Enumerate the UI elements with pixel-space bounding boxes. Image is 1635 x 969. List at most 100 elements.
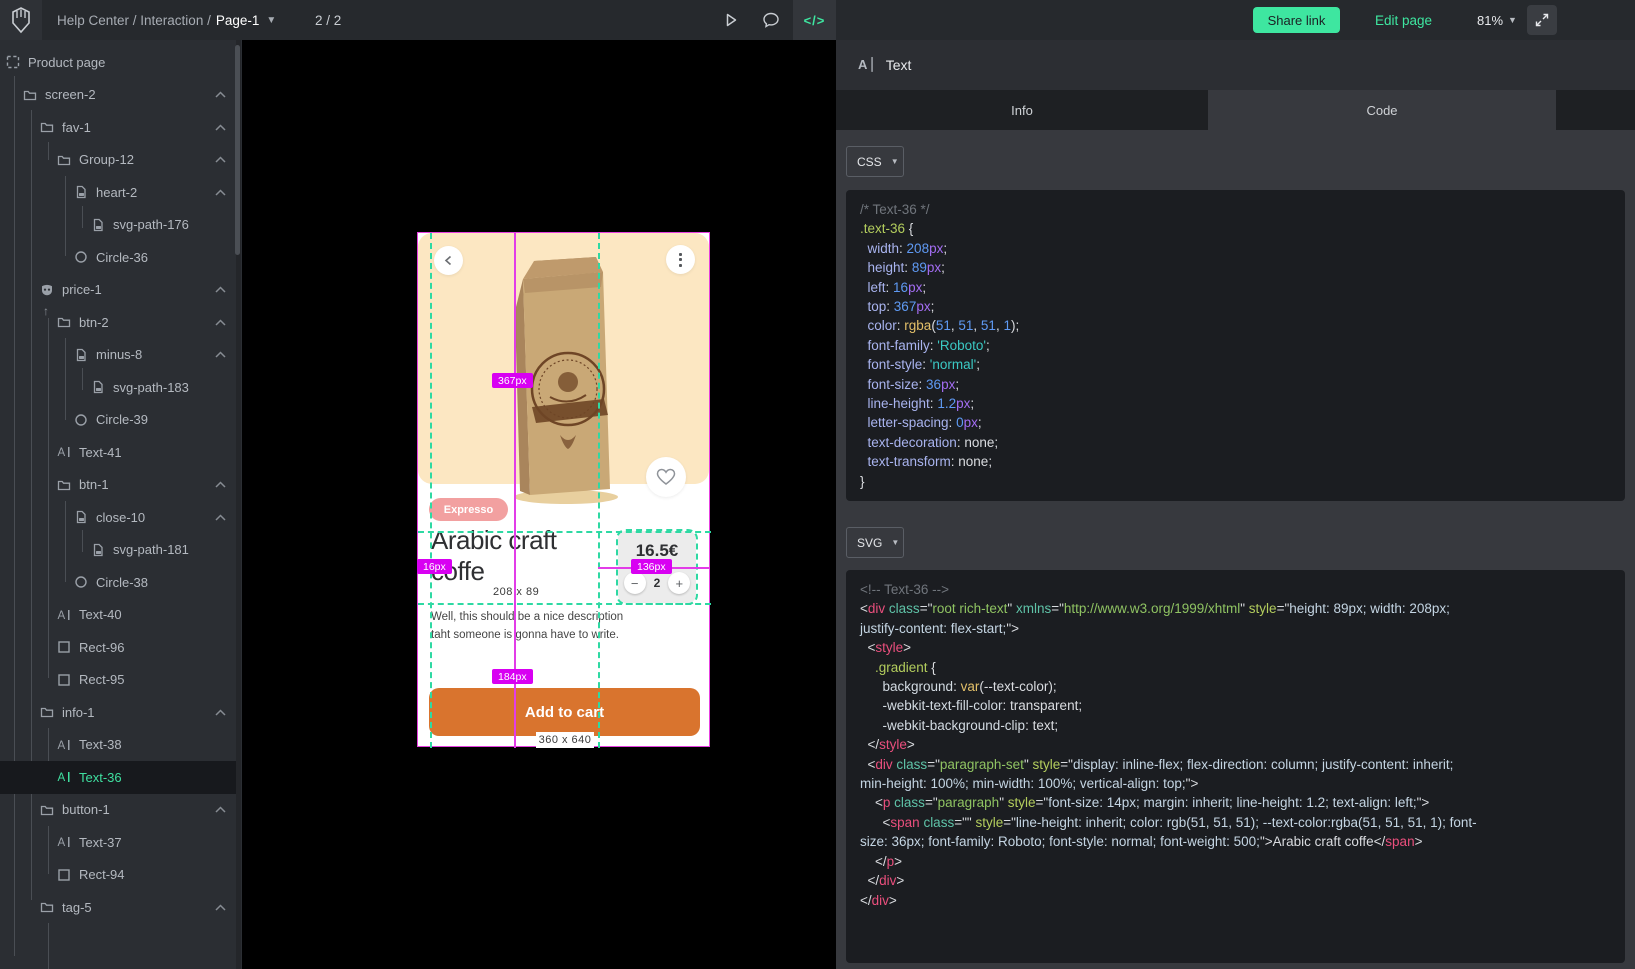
heart-icon	[656, 468, 676, 486]
collapse-chevron-icon[interactable]	[215, 514, 226, 521]
layer-row-info-1[interactable]: info-1	[0, 696, 236, 729]
description-line: Well, this should be a nice description	[431, 609, 623, 627]
zoom-level-dropdown[interactable]: 81% ▼	[1477, 0, 1517, 40]
play-icon	[723, 12, 739, 28]
layer-label: btn-2	[79, 315, 109, 330]
collapse-chevron-icon[interactable]	[215, 481, 226, 488]
css-language-select[interactable]: CSS ▼	[846, 146, 904, 177]
css-code-line: font-family: 'Roboto';	[860, 336, 1611, 355]
layer-row-group-12[interactable]: Group-12	[0, 144, 236, 177]
folder-icon	[40, 705, 54, 719]
product-tag-badge: Expresso	[429, 498, 508, 521]
product-description: Well, this should be a nice description …	[431, 609, 623, 645]
fullscreen-button[interactable]	[1527, 5, 1557, 35]
collapse-chevron-icon[interactable]	[215, 189, 226, 196]
quantity-decrease-button[interactable]: −	[624, 572, 646, 594]
layer-label: heart-2	[96, 185, 137, 200]
layer-row-text-37[interactable]: AText-37	[0, 826, 236, 859]
layer-row-svg-path-176[interactable]: svg-path-176	[0, 209, 236, 242]
layer-row-text-36[interactable]: AText-36	[0, 761, 236, 794]
chat-bubble-icon	[762, 11, 780, 29]
layer-row-fav-1[interactable]: fav-1	[0, 111, 236, 144]
selected-element-type: Text	[886, 57, 912, 73]
more-options-button[interactable]	[666, 245, 695, 274]
layer-row-minus-8[interactable]: minus-8	[0, 339, 236, 372]
layer-label: button-1	[62, 802, 110, 817]
layer-row-button-1[interactable]: button-1	[0, 794, 236, 827]
svg-language-value: SVG	[857, 536, 882, 550]
favorite-button[interactable]	[646, 457, 686, 497]
layer-row-circle-38[interactable]: Circle-38	[0, 566, 236, 599]
collapse-chevron-icon[interactable]	[215, 286, 226, 293]
expand-icon	[1535, 13, 1549, 27]
zoom-level-value: 81%	[1477, 13, 1503, 28]
svg-code-line: size: 36px; font-family: Roboto; font-st…	[860, 832, 1611, 851]
share-link-button[interactable]: Share link	[1253, 7, 1340, 33]
sidebar-scrollbar[interactable]	[236, 40, 241, 969]
tab-info[interactable]: Info	[836, 90, 1208, 130]
layer-row-svg-path-183[interactable]: svg-path-183	[0, 371, 236, 404]
play-button[interactable]	[712, 0, 750, 40]
mask-icon	[40, 283, 54, 297]
edit-page-link[interactable]: Edit page	[1375, 0, 1432, 40]
css-code-line: text-transform: none;	[860, 452, 1611, 471]
collapse-chevron-icon[interactable]	[215, 319, 226, 326]
app-logo[interactable]	[0, 0, 42, 40]
layer-row-text-40[interactable]: AText-40	[0, 599, 236, 632]
layer-row-rect-96[interactable]: Rect-96	[0, 631, 236, 664]
screen-dimensions-label: 360 x 640	[536, 732, 594, 748]
layer-row-text-38[interactable]: AText-38	[0, 729, 236, 762]
collapse-chevron-icon[interactable]	[215, 91, 226, 98]
tab-code[interactable]: Code	[1208, 90, 1556, 130]
code-view-button[interactable]: </>	[793, 0, 836, 40]
back-button[interactable]	[434, 246, 463, 275]
layer-label: Rect-96	[79, 640, 125, 655]
measure-label-bottom: 184px	[492, 669, 533, 684]
layer-label: Product page	[28, 55, 105, 70]
layer-label: price-1	[62, 282, 102, 297]
text-icon: A	[57, 445, 71, 459]
layer-row-btn-2[interactable]: btn-2	[0, 306, 236, 339]
svg-icon	[74, 348, 88, 362]
layer-row-svg-path-181[interactable]: svg-path-181	[0, 534, 236, 567]
chevron-down-icon[interactable]: ▼	[266, 15, 276, 26]
layer-row-circle-36[interactable]: Circle-36	[0, 241, 236, 274]
css-code-line: left: 16px;	[860, 278, 1611, 297]
layer-label: Circle-38	[96, 575, 148, 590]
collapse-chevron-icon[interactable]	[215, 156, 226, 163]
collapse-chevron-icon[interactable]	[215, 904, 226, 911]
css-code-line: }	[860, 472, 1611, 491]
collapse-chevron-icon[interactable]	[215, 351, 226, 358]
collapse-chevron-icon[interactable]	[215, 709, 226, 716]
code-icon: </>	[804, 13, 826, 28]
svg-language-select[interactable]: SVG ▼	[846, 527, 904, 558]
layer-row-text-41[interactable]: AText-41	[0, 436, 236, 469]
layer-row-heart-2[interactable]: heart-2	[0, 176, 236, 209]
layer-row-rect-95[interactable]: Rect-95	[0, 664, 236, 697]
layer-label: svg-path-176	[113, 217, 189, 232]
layer-row-product page[interactable]: Product page	[0, 46, 236, 79]
quantity-increase-button[interactable]: +	[668, 572, 690, 594]
breadcrumb-current-page: Page-1	[216, 13, 260, 28]
layer-row-screen-2[interactable]: screen-2	[0, 79, 236, 112]
layer-row-price-1[interactable]: price-1	[0, 274, 236, 307]
layer-row-rect-94[interactable]: Rect-94	[0, 859, 236, 892]
layer-row-tag-5[interactable]: tag-5	[0, 891, 236, 924]
comments-button[interactable]	[752, 0, 790, 40]
collapse-chevron-icon[interactable]	[215, 124, 226, 131]
collapse-chevron-icon[interactable]	[215, 806, 226, 813]
breadcrumb[interactable]: Help Center / Interaction / Page-1 ▼	[57, 0, 276, 40]
add-to-cart-button[interactable]: Add to cart	[429, 688, 700, 736]
layer-row-circle-39[interactable]: Circle-39	[0, 404, 236, 437]
layer-row-close-10[interactable]: close-10	[0, 501, 236, 534]
dot	[679, 264, 682, 267]
sidebar-scrollbar-thumb[interactable]	[235, 45, 240, 255]
design-canvas[interactable]: Expresso Arabic craft coffe 208 x 89 16.…	[242, 40, 836, 969]
inspector-panel: A⏐ Text Info Code CSS ▼ /* Text-36 */.te…	[836, 40, 1635, 969]
text-icon: A	[57, 770, 71, 784]
layer-label: Circle-39	[96, 412, 148, 427]
layer-label: close-10	[96, 510, 145, 525]
top-bar: Help Center / Interaction / Page-1 ▼ 2 /…	[0, 0, 1635, 40]
layer-row-btn-1[interactable]: btn-1	[0, 469, 236, 502]
css-code-line: color: rgba(51, 51, 51, 1);	[860, 316, 1611, 335]
